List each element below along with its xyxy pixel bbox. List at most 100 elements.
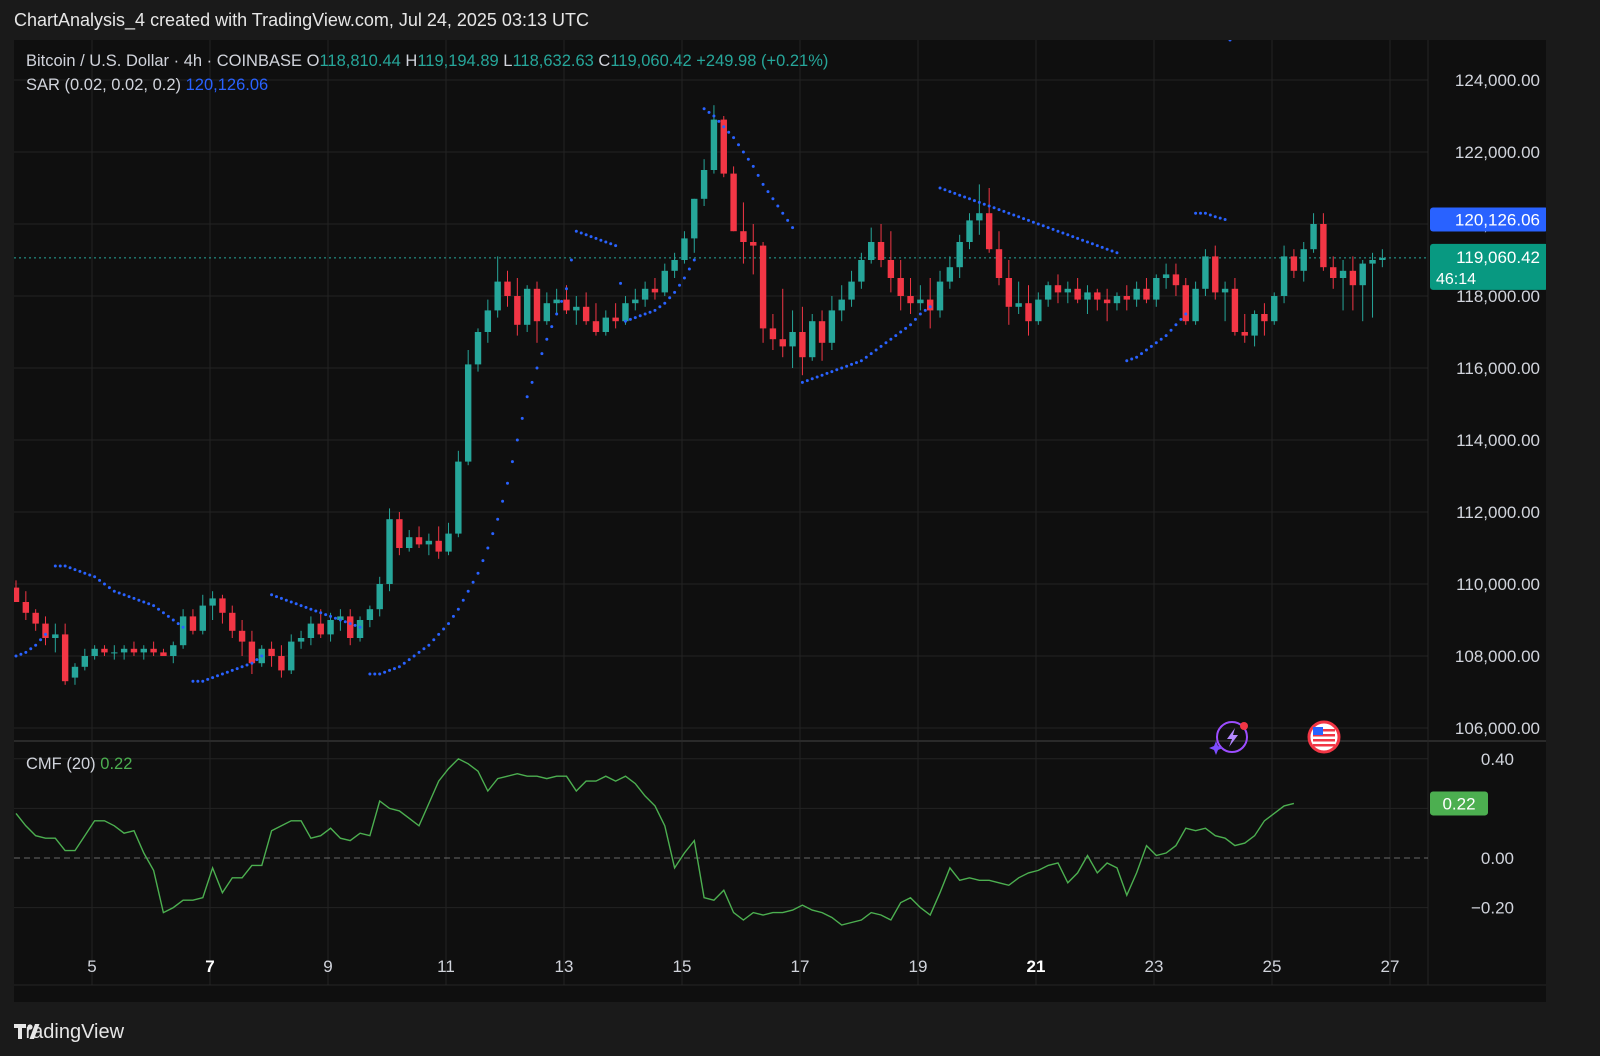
sar-dot <box>702 107 706 111</box>
candle-body <box>455 461 462 534</box>
sar-dot <box>324 613 328 617</box>
sar-dot <box>1002 209 1006 213</box>
candle-body <box>730 173 737 232</box>
sar-dot <box>859 359 863 363</box>
candle-body <box>523 288 531 325</box>
candle <box>1172 263 1180 296</box>
sar-dot <box>34 643 38 647</box>
sar-dot <box>751 164 755 168</box>
candle <box>769 314 777 350</box>
sar-dot <box>1140 352 1144 356</box>
cmf-value: 0.22 <box>100 755 133 773</box>
us-flag-event-icon[interactable] <box>1307 720 1341 754</box>
sar-dot <box>1085 240 1089 244</box>
candle <box>897 260 904 311</box>
sar-dot <box>1213 215 1217 219</box>
sar-dot <box>761 182 765 186</box>
candle <box>199 594 206 635</box>
candle <box>1074 278 1081 304</box>
sar-dot <box>1017 215 1021 219</box>
sar-dot <box>1218 216 1222 220</box>
sar-dot <box>992 206 996 210</box>
candle <box>425 533 433 556</box>
sar-dot <box>53 564 57 568</box>
candle-body <box>868 242 875 260</box>
candle-body <box>750 242 757 246</box>
candle-body <box>376 584 383 610</box>
candle <box>396 512 403 556</box>
candle <box>907 278 914 314</box>
sar-dot <box>107 586 111 590</box>
flag-stripe <box>1313 739 1335 742</box>
sar-dot <box>869 352 873 356</box>
candle-body <box>209 598 216 606</box>
cmf-axis-label: 0.00 <box>1481 849 1514 868</box>
sar-dot <box>1022 217 1026 221</box>
sar-dot <box>63 564 67 568</box>
candle <box>838 285 845 322</box>
candle-body <box>179 616 187 646</box>
price-axis-label: 122,000.00 <box>1455 143 1540 162</box>
candle <box>1084 285 1091 314</box>
candle <box>101 645 108 656</box>
time-axis-label: 17 <box>791 957 810 976</box>
candle <box>720 116 727 178</box>
candle-body <box>1123 296 1130 300</box>
sar-dot <box>938 186 942 190</box>
sar-dot <box>510 460 514 464</box>
candle <box>1310 213 1317 253</box>
sar-dot <box>928 305 932 309</box>
sar-dot <box>373 672 377 676</box>
candle-body <box>651 288 659 293</box>
sar-dot <box>353 623 357 627</box>
sar-dot <box>152 604 156 608</box>
candle <box>1094 288 1101 311</box>
time-axis-label: 7 <box>205 957 214 976</box>
candle <box>22 591 30 620</box>
sar-dot <box>161 611 165 615</box>
candle-body <box>612 317 619 322</box>
cmf-label[interactable]: CMF (20) <box>26 755 96 773</box>
candle <box>130 641 138 656</box>
candle <box>248 630 256 674</box>
sar-dot <box>746 157 750 161</box>
sar-dot <box>1007 211 1011 215</box>
sar-dot <box>825 371 829 375</box>
chart-frame[interactable]: 124,000.00122,000.00120,000.00118,000.00… <box>14 40 1546 1002</box>
candle <box>366 605 374 628</box>
candle-body <box>641 288 649 300</box>
symbol-label[interactable]: Bitcoin / U.S. Dollar · 4h · COINBASE <box>26 52 302 70</box>
candle <box>1123 285 1130 311</box>
tradingview-footer: TradingView <box>14 1021 124 1044</box>
sar-dot <box>1223 217 1227 221</box>
candle <box>464 350 472 466</box>
price-axis-label: 110,000.00 <box>1456 575 1540 594</box>
sar-dot <box>24 650 28 654</box>
lightning-event-icon[interactable] <box>1209 721 1248 755</box>
candle-body <box>464 364 472 462</box>
candle-body <box>288 641 295 671</box>
chart-canvas[interactable]: 124,000.00122,000.00120,000.00118,000.00… <box>14 40 1546 1002</box>
candle-body <box>573 306 580 311</box>
candle <box>1192 281 1199 325</box>
candle-body <box>691 198 698 239</box>
candle-body <box>917 299 924 304</box>
sar-dot <box>112 589 116 593</box>
sar-dot <box>648 310 652 314</box>
sar-dot <box>1081 238 1085 242</box>
sar-dot <box>830 370 834 374</box>
sar-dot <box>338 618 342 622</box>
candle-body <box>1044 285 1052 300</box>
candle <box>1369 252 1376 318</box>
sar-dot <box>569 258 573 262</box>
notification-dot-icon <box>1240 722 1248 730</box>
candle-body <box>189 616 197 631</box>
candle-body <box>317 623 324 635</box>
sar-dot <box>329 614 333 618</box>
sar-label[interactable]: SAR (0.02, 0.02, 0.2) <box>26 76 181 94</box>
sar-dot <box>1041 224 1045 228</box>
candle-body <box>278 656 285 671</box>
candle <box>1064 281 1072 304</box>
sar-dot <box>1154 341 1158 345</box>
candle <box>592 303 600 336</box>
